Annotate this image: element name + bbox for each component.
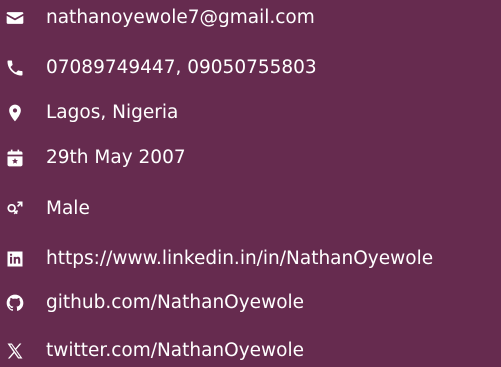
calendar-icon	[4, 147, 26, 169]
location-pin-icon	[4, 102, 26, 124]
location-text: Lagos, Nigeria	[46, 102, 179, 123]
x-twitter-icon	[4, 340, 26, 362]
envelope-icon	[4, 7, 26, 29]
linkedin-link[interactable]: https://www.linkedin.in/in/NathanOyewole	[46, 243, 433, 275]
phone-icon	[4, 57, 26, 79]
contact-list: nathanoyewole7@gmail.com 07089749447, 09…	[0, 0, 501, 367]
github-icon	[4, 292, 26, 314]
gender-text: Male	[46, 198, 90, 219]
birthdate-text: 29th May 2007	[46, 147, 186, 168]
phone-numbers: 07089749447, 09050755803	[46, 57, 317, 78]
twitter-link[interactable]: twitter.com/NathanOyewole	[46, 335, 304, 367]
linkedin-icon	[4, 248, 26, 270]
github-link[interactable]: github.com/NathanOyewole	[46, 287, 304, 319]
gender-icon	[4, 198, 26, 220]
email-link[interactable]: nathanoyewole7@gmail.com	[46, 2, 315, 34]
